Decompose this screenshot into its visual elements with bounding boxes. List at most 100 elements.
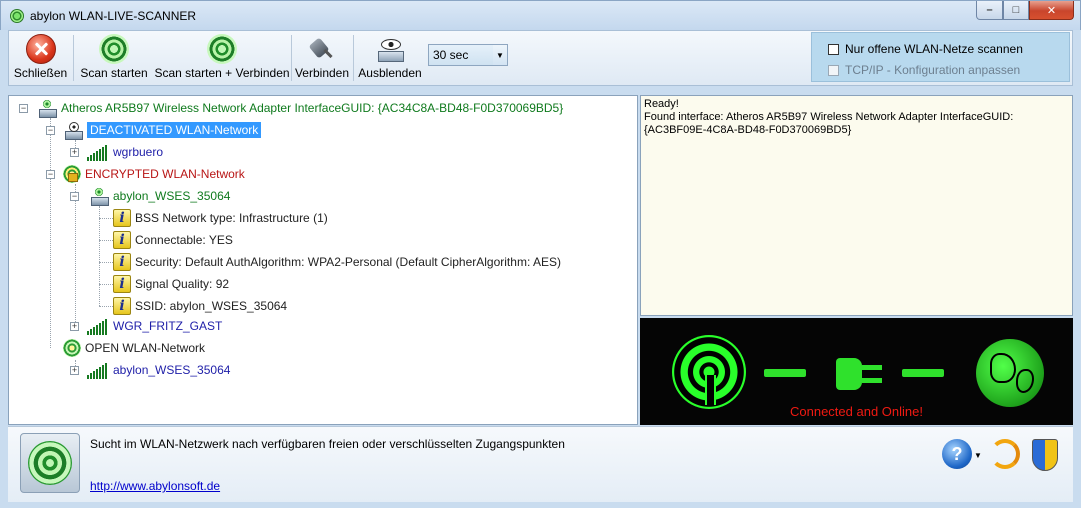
toolbar-separator [291,35,292,81]
open-only-checkbox[interactable] [828,43,839,55]
tree-node-encrypted[interactable]: ENCRYPTED WLAN-Network [63,164,245,184]
chevron-down-icon[interactable]: ▼ [974,451,982,460]
info-icon: i [113,253,131,271]
tree-node-open[interactable]: OPEN WLAN-Network [63,338,205,358]
scan-start-button[interactable]: Scan starten [79,33,149,83]
plug-icon [828,354,882,394]
close-button-label: Schließen [13,66,68,80]
minimize-button[interactable]: – [976,1,1003,20]
wlan-radar-icon [672,335,746,409]
network-name: wgrbuero [113,145,164,159]
encrypted-label: ENCRYPTED WLAN-Network [85,167,245,181]
app-logo-icon [20,433,80,493]
tree-node-network[interactable]: WGR_FRITZ_GAST [87,316,222,336]
open-only-option[interactable]: Nur offene WLAN-Netze scannen [828,42,1023,56]
open-label: OPEN WLAN-Network [85,341,206,355]
expander-expand[interactable]: + [70,366,79,375]
connect-label: Verbinden [294,66,350,80]
tree-node-detail[interactable]: i Connectable: YES [113,230,233,250]
scan-connect-label: Scan starten + Verbinden [154,66,290,80]
scan-connect-button[interactable]: Scan starten + Verbinden [154,33,290,83]
log-pane[interactable]: Ready! Found interface: Atheros AR5B97 W… [640,95,1073,316]
refresh-icon[interactable] [990,439,1020,469]
expander-collapse[interactable]: − [19,104,28,113]
plug-pin [862,365,882,370]
hide-label: Ausblenden [358,66,422,80]
close-window-button[interactable]: ✕ [1029,1,1074,20]
plug-body [836,358,862,390]
tree-node-detail[interactable]: i Signal Quality: 92 [113,274,229,294]
chevron-down-icon[interactable]: ▼ [493,51,507,60]
encrypted-network-icon [63,165,81,183]
info-icon: i [113,231,131,249]
expander-collapse[interactable]: − [46,126,55,135]
radar-icon [10,9,24,23]
deactivated-network-icon [63,121,83,140]
log-line: Ready! [644,98,679,110]
uac-shield-icon[interactable] [1032,439,1058,471]
signal-bars-icon [87,317,109,335]
network-name: abylon_WSES_35064 [113,189,231,203]
tree-line [99,240,113,241]
signal-bars-icon [87,361,109,379]
plug-pin [862,378,882,383]
tree-line [75,184,76,328]
footer-description: Sucht im WLAN-Netzwerk nach verfügbaren … [90,437,565,451]
toolbar-separator [73,35,74,81]
network-adapter-icon [37,99,57,118]
tcpip-option: TCP/IP - Konfiguration anpassen [828,63,1020,77]
detail-text: Connectable: YES [135,233,233,247]
info-icon: i [113,297,131,315]
tree-line [99,284,113,285]
toolbar: Schließen Scan starten Scan starten + Ve… [8,30,1073,86]
connection-dash [764,369,806,377]
expander-expand[interactable]: + [70,322,79,331]
tree-line [50,118,51,348]
tree-line [99,306,113,307]
signal-bars-icon [87,143,109,161]
window-controls: – □ ✕ [976,1,1074,20]
connection-status-panel: Connected and Online! [640,318,1073,425]
window-title: abylon WLAN-LIVE-SCANNER [30,9,197,23]
scan-start-label: Scan starten [80,66,148,80]
tree-node-detail[interactable]: i SSID: abylon_WSES_35064 [113,296,287,316]
tree-line [99,206,100,306]
tree-line [99,218,113,219]
tcpip-checkbox [828,64,839,76]
eye-hide-icon [375,34,405,64]
footer-bar: Sucht im WLAN-Netzwerk nach verfügbaren … [8,426,1073,502]
info-icon: i [113,209,131,227]
tree-line [99,262,113,263]
close-button[interactable]: Schließen [12,33,69,83]
tree-node-deactivated[interactable]: DEACTIVATED WLAN-Network [63,120,262,140]
tcpip-label: TCP/IP - Konfiguration anpassen [845,63,1021,77]
hide-button[interactable]: Ausblenden [357,33,423,83]
expander-collapse[interactable]: − [46,170,55,179]
scan-options-panel: Nur offene WLAN-Netze scannen TCP/IP - K… [811,32,1070,82]
help-icon[interactable]: ? [942,439,972,469]
tree-node-network[interactable]: abylon_WSES_35064 [89,186,230,206]
scan-interval-value: 30 sec [429,45,493,65]
tree-node-network[interactable]: wgrbuero [87,142,163,162]
maximize-button[interactable]: □ [1003,1,1029,20]
scan-interval-select[interactable]: 30 sec ▼ [428,44,508,66]
network-tree[interactable]: − Atheros AR5B97 Wireless Network Adapte… [8,95,638,425]
tree-node-adapter[interactable]: Atheros AR5B97 Wireless Network Adapter … [37,98,563,118]
tree-node-network[interactable]: abylon_WSES_35064 [87,360,230,380]
connection-status-text: Connected and Online! [790,404,923,419]
adapter-label: Atheros AR5B97 Wireless Network Adapter … [61,101,564,115]
radar-connect-icon [207,34,237,64]
tree-node-detail[interactable]: i BSS Network type: Infrastructure (1) [113,208,328,228]
open-only-label: Nur offene WLAN-Netze scannen [845,42,1023,56]
globe-icon [976,339,1044,407]
toolbar-separator [353,35,354,81]
detail-text: Security: Default AuthAlgorithm: WPA2-Pe… [135,255,561,269]
connect-button[interactable]: Verbinden [293,33,351,83]
website-link[interactable]: http://www.abylonsoft.de [90,479,220,493]
open-network-icon [63,339,81,357]
expander-expand[interactable]: + [70,148,79,157]
connected-network-icon [89,187,109,206]
expander-collapse[interactable]: − [70,192,79,201]
detail-text: BSS Network type: Infrastructure (1) [135,211,328,225]
tree-node-detail[interactable]: i Security: Default AuthAlgorithm: WPA2-… [113,252,561,272]
